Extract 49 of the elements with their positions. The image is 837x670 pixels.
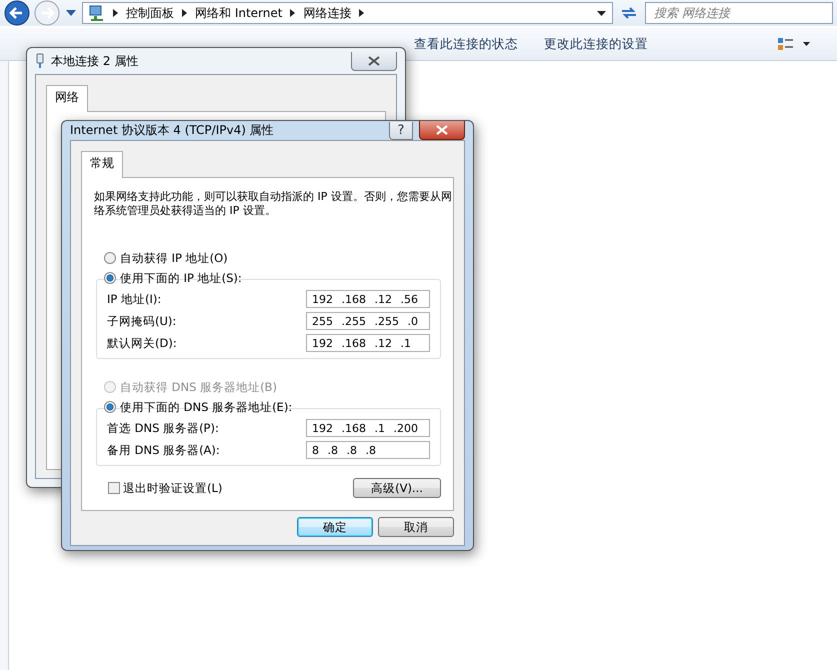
field-label: 默认网关(D): <box>107 336 177 350</box>
dropdown-icon[interactable] <box>597 10 606 16</box>
field-label: IP 地址(I): <box>107 292 162 306</box>
checkbox[interactable] <box>108 482 120 494</box>
breadcrumb-item[interactable]: 网络连接 <box>303 4 352 22</box>
dialog-button[interactable]: 取消 <box>378 517 454 537</box>
option-label: 使用下面的 IP 地址(S): <box>120 270 242 286</box>
dialog-button[interactable]: 确定 <box>297 517 373 537</box>
radio-button[interactable] <box>104 272 116 284</box>
ip-address-field[interactable]: 8 .8 .8 .8 <box>306 441 430 459</box>
close-button[interactable] <box>351 52 397 70</box>
help-button[interactable]: ? <box>389 122 413 140</box>
checkbox-label: 退出时验证设置(L) <box>123 480 222 496</box>
chevron-icon <box>290 9 296 17</box>
ip-address-field[interactable]: 192 .168 .12 .56 <box>306 290 430 308</box>
address-bar[interactable]: 控制面板 网络和 Internet 网络连接 <box>82 2 613 24</box>
close-icon <box>368 56 380 66</box>
chevron-icon <box>182 9 187 17</box>
window-title: Internet 协议版本 4 (TCP/IPv4) 属性 <box>70 122 274 139</box>
field-label: 首选 DNS 服务器(P): <box>107 420 219 436</box>
option-label: 自动获得 DNS 服务器地址(B) <box>120 380 277 394</box>
ip-address-field[interactable]: 255 .255 .255 .0 <box>306 312 430 330</box>
ip-address-field[interactable]: 192 .168 .1 .200 <box>306 419 430 437</box>
breadcrumb-item[interactable]: 网络和 Internet <box>195 4 282 22</box>
breadcrumb-item[interactable]: 控制面板 <box>126 4 174 22</box>
toolbar-button[interactable]: 更改此连接的设置 <box>544 36 648 52</box>
field-label: 子网掩码(U): <box>107 314 176 328</box>
tab[interactable]: 网络 <box>46 85 88 112</box>
field-label: 备用 DNS 服务器(A): <box>107 442 220 458</box>
chevron-icon <box>359 9 364 17</box>
ip-address-field[interactable]: 192 .168 .12 .1 <box>306 334 430 352</box>
window-title: 本地连接 2 属性 <box>51 52 138 70</box>
search-field[interactable]: 搜索 网络连接 <box>645 2 833 24</box>
option-label: 使用下面的 DNS 服务器地址(E): <box>120 400 292 414</box>
tab[interactable]: 常规 <box>81 151 123 178</box>
option-label: 自动获得 IP 地址(O) <box>120 250 228 266</box>
close-icon <box>436 125 448 135</box>
close-button[interactable] <box>419 121 465 140</box>
intro-text: 如果网络支持此功能，则可以获取自动指派的 IP 设置。否则，您需要从网络系统管理员处获得适当的 IP 设置。 <box>94 190 453 218</box>
toolbar-button[interactable]: 查看此连接的状态 <box>414 36 518 52</box>
network-icon <box>89 5 105 21</box>
dropdown-icon[interactable] <box>64 8 78 18</box>
advanced-button[interactable]: 高级(V)... <box>353 478 441 498</box>
network-adapter-icon <box>35 53 45 69</box>
back-icon[interactable] <box>4 0 30 26</box>
radio-button[interactable] <box>104 252 116 264</box>
chevron-icon <box>113 9 118 17</box>
view-options-icon[interactable] <box>777 37 813 51</box>
radio-button[interactable] <box>104 401 116 413</box>
